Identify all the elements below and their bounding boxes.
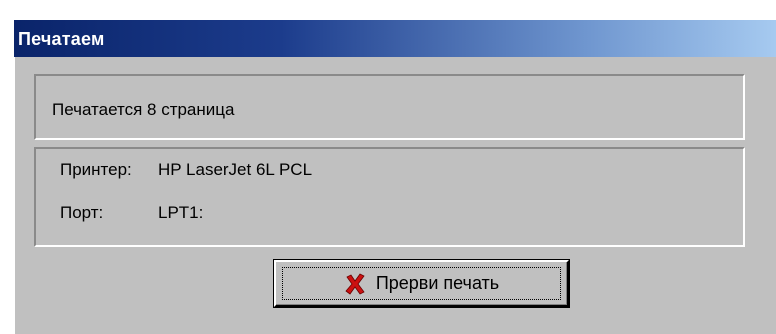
status-panel: Печатается 8 страница bbox=[34, 74, 745, 140]
port-value: LPT1: bbox=[158, 203, 204, 222]
window-title: Печатаем bbox=[18, 29, 105, 49]
printer-value: HP LaserJet 6L PCL bbox=[158, 160, 313, 179]
cancel-print-button[interactable]: Прерви печать bbox=[274, 260, 569, 307]
print-progress-dialog: Печатаем Печатается 8 страница Принтер: … bbox=[14, 20, 776, 334]
printer-label: Принтер: bbox=[60, 160, 132, 179]
printer-info-panel: Принтер: HP LaserJet 6L PCL Порт: LPT1: bbox=[34, 147, 745, 247]
cancel-print-label: Прерви печать bbox=[375, 273, 500, 293]
title-bar[interactable]: Печатаем bbox=[14, 20, 776, 57]
close-x-icon bbox=[345, 272, 365, 295]
port-label: Порт: bbox=[60, 203, 104, 222]
status-text: Печатается 8 страница bbox=[52, 100, 235, 119]
focus-ring: Прерви печать bbox=[282, 267, 561, 300]
